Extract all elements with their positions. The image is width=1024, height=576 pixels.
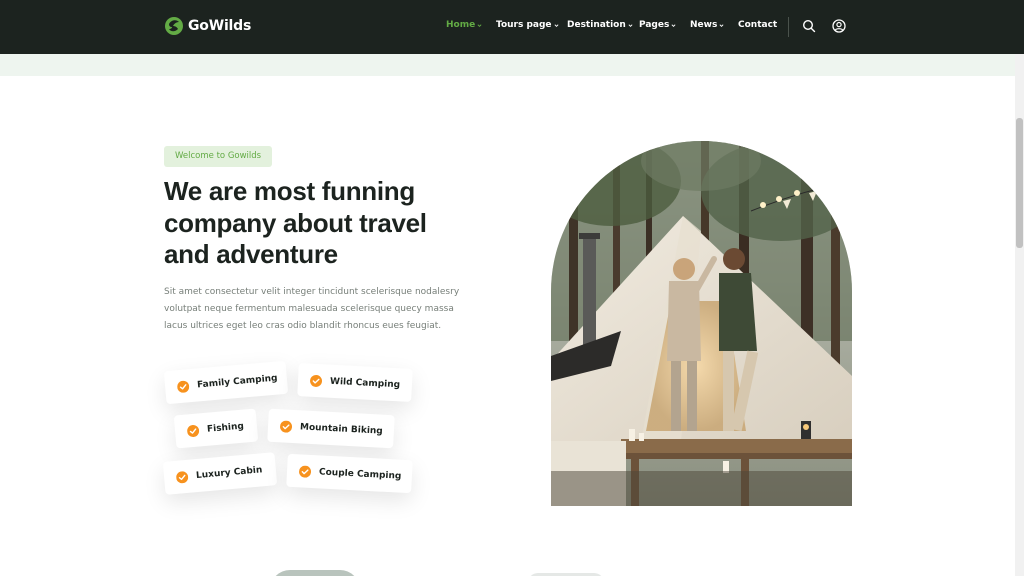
- check-badge-icon: [310, 374, 323, 387]
- feature-label: Wild Camping: [329, 376, 401, 390]
- feature-chip-wild-camping[interactable]: Wild Camping: [297, 363, 413, 402]
- feature-chip-family-camping[interactable]: Family Camping: [163, 360, 289, 405]
- logo-text: GoWilds: [188, 18, 252, 34]
- feature-label: Family Camping: [196, 373, 278, 391]
- chevron-down-icon: [671, 23, 676, 27]
- nav-tours-page[interactable]: Tours page: [496, 20, 559, 30]
- feature-label: Couple Camping: [318, 466, 402, 482]
- about-heading: We are most funning company about travel…: [164, 176, 427, 269]
- logo-icon: [165, 17, 183, 35]
- chevron-down-icon: [628, 23, 633, 27]
- nav-home-label: Home: [446, 20, 476, 30]
- feature-chip-mountain-biking[interactable]: Mountain Biking: [267, 408, 395, 449]
- nav-home[interactable]: Home: [446, 20, 482, 30]
- nav-news[interactable]: News: [690, 20, 724, 30]
- user-icon[interactable]: [832, 19, 846, 33]
- about-photo: [551, 141, 852, 506]
- site-header: GoWilds Home Tours page Destination Page…: [0, 0, 1024, 54]
- feature-chip-luxury-cabin[interactable]: Luxury Cabin: [162, 452, 278, 495]
- nav-tours-label: Tours page: [496, 20, 552, 30]
- check-badge-icon: [280, 420, 293, 433]
- nav-pages-label: Pages: [639, 20, 670, 30]
- chevron-down-icon: [554, 23, 559, 27]
- search-icon[interactable]: [802, 19, 816, 33]
- nav-contact-label: Contact: [738, 20, 778, 30]
- welcome-tag: Welcome to Gowilds: [164, 146, 273, 167]
- nav-pages[interactable]: Pages: [639, 20, 676, 30]
- logo[interactable]: GoWilds: [164, 16, 251, 36]
- feature-chip-couple-camping[interactable]: Couple Camping: [286, 453, 413, 494]
- nav-destination[interactable]: Destination: [567, 20, 633, 30]
- nav-contact[interactable]: Contact: [738, 20, 777, 30]
- nav-divider: [788, 17, 789, 37]
- about-description: Sit amet consectetur velit integer tinci…: [164, 287, 460, 331]
- check-badge-icon: [299, 465, 312, 478]
- page-scrollbar[interactable]: [1015, 54, 1024, 576]
- header-band: [0, 54, 1015, 76]
- check-badge-icon: [177, 380, 190, 393]
- nav-destination-label: Destination: [567, 20, 626, 30]
- feature-chip-fishing[interactable]: Fishing: [173, 408, 259, 449]
- check-badge-icon: [187, 424, 200, 437]
- nav-news-label: News: [690, 20, 718, 30]
- chevron-down-icon: [477, 23, 482, 27]
- scrollbar-thumb[interactable]: [1016, 118, 1023, 248]
- chevron-down-icon: [719, 23, 724, 27]
- next-section-image-peek: [270, 570, 360, 576]
- feature-label: Mountain Biking: [299, 421, 384, 437]
- feature-label: Luxury Cabin: [195, 464, 263, 481]
- check-badge-icon: [176, 470, 189, 483]
- feature-label: Fishing: [206, 421, 245, 435]
- tent-couple-illustration: [551, 141, 852, 506]
